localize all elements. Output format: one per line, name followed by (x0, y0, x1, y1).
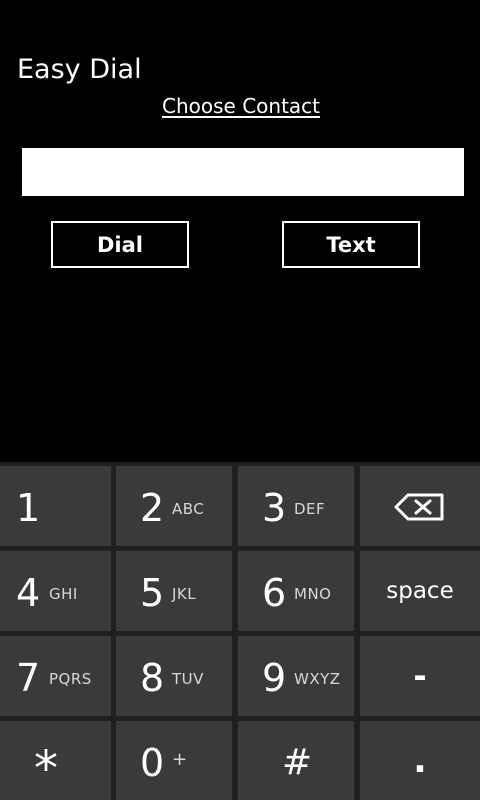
key-space[interactable]: space (360, 551, 480, 631)
key-0[interactable]: 0 + (116, 721, 232, 800)
key-letters: PQRS (49, 670, 92, 688)
key-letters: ABC (172, 500, 205, 518)
dot-label: . (413, 740, 427, 781)
key-letters: MNO (294, 585, 332, 603)
phone-number-input[interactable] (22, 148, 464, 196)
key-4[interactable]: 4 GHI (0, 551, 111, 631)
key-letters: GHI (49, 585, 78, 603)
key-digit: # (282, 742, 313, 783)
key-letters: DEF (294, 500, 326, 518)
text-button[interactable]: Text (282, 221, 420, 268)
app-title: Easy Dial (17, 54, 142, 85)
key-digit: 7 (16, 656, 41, 700)
key-hash[interactable]: # (238, 721, 354, 800)
key-digit: * (34, 741, 58, 797)
key-digit: 3 (262, 486, 287, 530)
key-1[interactable]: 1 (0, 466, 111, 546)
key-3[interactable]: 3 DEF (238, 466, 354, 546)
key-7[interactable]: 7 PQRS (0, 636, 111, 716)
key-6[interactable]: 6 MNO (238, 551, 354, 631)
dash-label: - (413, 657, 427, 695)
key-letters: TUV (172, 670, 204, 688)
key-digit: 0 (140, 741, 165, 785)
key-digit: 9 (262, 656, 287, 700)
key-2[interactable]: 2 ABC (116, 466, 232, 546)
key-letters: WXYZ (294, 670, 341, 688)
key-letters: + (172, 749, 188, 770)
dial-button[interactable]: Dial (51, 221, 189, 268)
backspace-icon (394, 493, 446, 525)
key-backspace[interactable] (360, 466, 480, 546)
key-star[interactable]: * (0, 721, 111, 800)
keypad: 1 2 ABC 3 DEF 4 GHI 5 JKL 6 MNO space 7 … (0, 462, 480, 800)
key-digit: 1 (16, 486, 41, 530)
key-letters: JKL (172, 585, 197, 603)
key-dash[interactable]: - (360, 636, 480, 716)
space-label: space (386, 578, 454, 604)
key-5[interactable]: 5 JKL (116, 551, 232, 631)
choose-contact-link[interactable]: Choose Contact (162, 92, 320, 120)
key-8[interactable]: 8 TUV (116, 636, 232, 716)
key-digit: 2 (140, 486, 165, 530)
key-dot[interactable]: . (360, 721, 480, 800)
key-digit: 5 (140, 571, 165, 615)
key-digit: 6 (262, 571, 287, 615)
screen: Easy Dial Choose Contact Dial Text 1 2 A… (0, 0, 480, 800)
key-9[interactable]: 9 WXYZ (238, 636, 354, 716)
key-digit: 4 (16, 571, 41, 615)
key-digit: 8 (140, 656, 165, 700)
